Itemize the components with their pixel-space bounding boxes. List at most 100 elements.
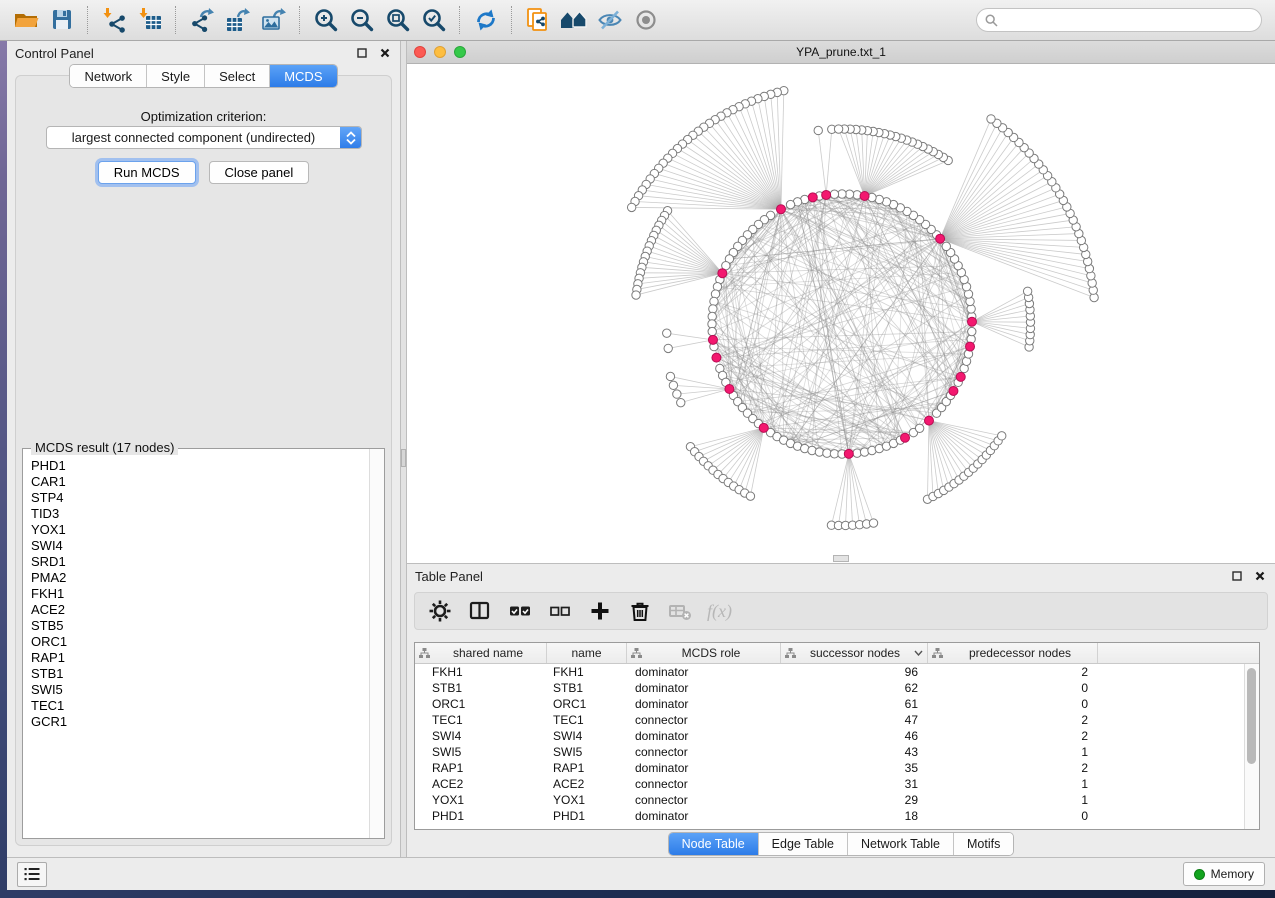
network-node[interactable] [673,390,681,398]
cell-predecessor_nodes[interactable]: 2 [928,729,1098,743]
network-window-titlebar[interactable]: YPA_prune.txt_1 [407,41,1275,64]
mcds-result-item[interactable]: CAR1 [31,474,370,490]
network-node[interactable] [746,492,754,500]
cell-successor_nodes[interactable]: 35 [781,761,928,775]
save-session-icon[interactable] [44,4,80,36]
task-history-button[interactable] [17,862,47,887]
cell-shared_name[interactable]: SWI4 [415,729,547,743]
mcds-result-item[interactable]: SWI4 [31,538,370,554]
table-row[interactable]: STB1STB1dominator620 [415,680,1259,696]
table-row[interactable]: FKH1FKH1dominator962 [415,664,1259,680]
network-node[interactable] [669,381,677,389]
cell-name[interactable]: SWI4 [547,729,627,743]
network-node[interactable] [708,327,716,335]
cell-shared_name[interactable]: ORC1 [415,697,547,711]
first-neighbors-icon[interactable] [556,4,592,36]
tab-edge-table[interactable]: Edge Table [759,833,848,855]
tab-network-table[interactable]: Network Table [848,833,954,855]
zoom-in-icon[interactable] [308,4,344,36]
cell-shared_name[interactable]: PHD1 [415,809,547,823]
export-table-icon[interactable] [220,4,256,36]
mcds-node[interactable] [901,433,910,442]
float-panel-icon[interactable] [355,46,369,60]
mcds-result-item[interactable]: YOX1 [31,522,370,538]
table-row[interactable]: TEC1TEC1connector472 [415,712,1259,728]
mcds-node[interactable] [708,335,717,344]
table-settings-icon[interactable] [427,598,453,624]
network-node[interactable] [1023,287,1031,295]
mcds-node[interactable] [725,385,734,394]
export-image-icon[interactable] [256,4,292,36]
zoom-out-icon[interactable] [344,4,380,36]
column-header-name[interactable]: name [547,643,627,663]
cell-name[interactable]: PHD1 [547,809,627,823]
column-header-successor-nodes[interactable]: successor nodes [781,643,928,663]
function-builder-icon[interactable]: f(x) [707,601,732,622]
delete-column-icon[interactable] [627,598,653,624]
cell-mcds_role[interactable]: dominator [627,729,781,743]
network-node[interactable] [627,203,635,211]
search-input[interactable] [1003,10,1261,30]
import-network-icon[interactable] [96,4,132,36]
column-header-MCDS-role[interactable]: MCDS role [627,643,781,663]
network-node[interactable] [632,291,640,299]
cell-predecessor_nodes[interactable]: 1 [928,745,1098,759]
cell-mcds_role[interactable]: dominator [627,697,781,711]
close-panel-icon[interactable] [378,46,392,60]
memory-button[interactable]: Memory [1183,862,1265,886]
mcds-result-item[interactable]: STB5 [31,618,370,634]
cell-shared_name[interactable]: TEC1 [415,713,547,727]
mcds-result-item[interactable]: TEC1 [31,698,370,714]
mcds-node[interactable] [966,342,975,351]
close-panel-icon[interactable] [1253,569,1267,583]
import-table-icon[interactable] [132,4,168,36]
hide-selected-icon[interactable] [592,4,628,36]
run-mcds-button[interactable]: Run MCDS [98,161,196,184]
mcds-node[interactable] [967,317,976,326]
table-row[interactable]: ACE2ACE2connector311 [415,776,1259,792]
table-row[interactable]: SWI5SWI5connector431 [415,744,1259,760]
mcds-node[interactable] [712,353,721,362]
tab-select[interactable]: Select [205,65,270,87]
cell-predecessor_nodes[interactable]: 2 [928,713,1098,727]
select-all-columns-icon[interactable] [507,598,533,624]
cell-name[interactable]: TEC1 [547,713,627,727]
vertical-splitter[interactable] [400,41,407,858]
mcds-result-item[interactable]: STB1 [31,666,370,682]
network-node[interactable] [915,424,923,432]
column-header-predecessor-nodes[interactable]: predecessor nodes [928,643,1098,663]
table-row[interactable]: RAP1RAP1dominator352 [415,760,1259,776]
mcds-node[interactable] [844,449,853,458]
network-node[interactable] [998,432,1006,440]
tab-node-table[interactable]: Node Table [669,833,759,855]
table-row[interactable]: ORC1ORC1dominator610 [415,696,1259,712]
cell-name[interactable]: ACE2 [547,777,627,791]
network-node[interactable] [814,126,822,134]
window-close-icon[interactable] [414,46,426,58]
mcds-result-item[interactable]: GCR1 [31,714,370,730]
cell-successor_nodes[interactable]: 62 [781,681,928,695]
network-node[interactable] [677,398,685,406]
network-node[interactable] [942,242,950,250]
clear-values-icon[interactable] [667,598,693,624]
cell-predecessor_nodes[interactable]: 0 [928,809,1098,823]
new-network-from-selection-icon[interactable] [520,4,556,36]
cell-name[interactable]: YOX1 [547,793,627,807]
window-minimize-icon[interactable] [434,46,446,58]
window-maximize-icon[interactable] [454,46,466,58]
network-node[interactable] [987,115,995,123]
cell-shared_name[interactable]: FKH1 [415,665,547,679]
search-field[interactable] [976,8,1262,32]
tab-motifs[interactable]: Motifs [954,833,1013,855]
cell-mcds_role[interactable]: dominator [627,809,781,823]
table-row[interactable]: SWI4SWI4dominator462 [415,728,1259,744]
network-node[interactable] [830,190,838,198]
mcds-result-item[interactable]: SWI5 [31,682,370,698]
mcds-node[interactable] [808,193,817,202]
cell-mcds_role[interactable]: connector [627,777,781,791]
mcds-result-item[interactable]: TID3 [31,506,370,522]
zoom-fit-icon[interactable] [380,4,416,36]
open-session-icon[interactable] [8,4,44,36]
mcds-result-item[interactable]: PHD1 [31,458,370,474]
column-header-shared-name[interactable]: shared name [415,643,547,663]
